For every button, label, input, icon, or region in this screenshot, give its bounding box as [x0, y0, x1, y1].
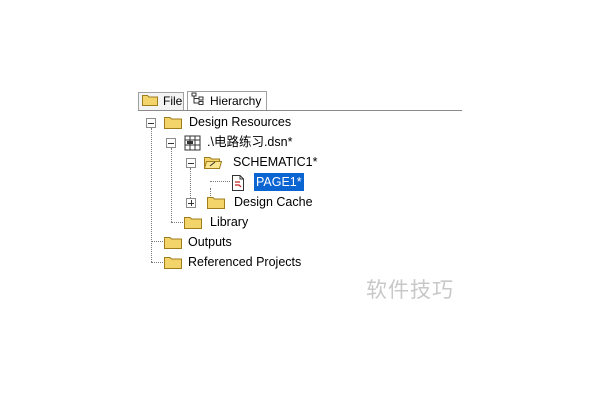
open-folder-icon: [203, 155, 223, 170]
watermark: 软件技巧: [366, 278, 454, 302]
collapse-toggle[interactable]: [166, 138, 176, 148]
collapse-toggle[interactable]: [146, 118, 156, 128]
folder-icon: [164, 115, 182, 130]
folder-icon: [207, 195, 225, 210]
expand-toggle[interactable]: [186, 198, 196, 208]
tree-item-label: PAGE1*: [253, 172, 305, 192]
tree-item-referenced-projects[interactable]: Referenced Projects: [164, 253, 303, 271]
project-manager-panel: File Hierarchy Design Resources .\电路练习.d…: [138, 86, 462, 276]
tree-item-label: Library: [210, 215, 249, 229]
folder-icon: [184, 215, 202, 230]
tree-item-page[interactable]: PAGE1*: [230, 172, 305, 192]
tree-connector: [171, 148, 172, 222]
tree-item-label: Design Resources: [189, 115, 292, 129]
tree-connector: [151, 262, 163, 263]
collapse-toggle[interactable]: [186, 158, 196, 168]
tree-item-label: SCHEMATIC1*: [233, 155, 318, 169]
tree-item-schematic[interactable]: SCHEMATIC1*: [203, 153, 320, 171]
tree-connector: [151, 241, 163, 242]
folder-icon: [164, 235, 182, 250]
tree-item-label: .\电路练习.dsn*: [207, 135, 293, 149]
tree-item-label: Design Cache: [234, 195, 313, 209]
tree-item-library[interactable]: Library: [184, 213, 250, 231]
tree-item-label: Outputs: [188, 235, 232, 249]
tree-item-label: Referenced Projects: [188, 255, 302, 269]
tree-item-design-resources[interactable]: Design Resources: [164, 113, 293, 131]
tree-item-design-cache[interactable]: Design Cache: [207, 193, 315, 211]
tree-item-outputs[interactable]: Outputs: [164, 233, 234, 251]
project-tree: Design Resources .\电路练习.dsn* SCHEMATIC1*…: [138, 86, 462, 276]
tree-connector: [210, 181, 230, 182]
design-file-icon: [184, 135, 202, 150]
schematic-page-icon: [230, 174, 246, 191]
tree-item-dsn-file[interactable]: .\电路练习.dsn*: [184, 133, 294, 151]
folder-icon: [164, 255, 182, 270]
tree-connector: [171, 222, 183, 223]
